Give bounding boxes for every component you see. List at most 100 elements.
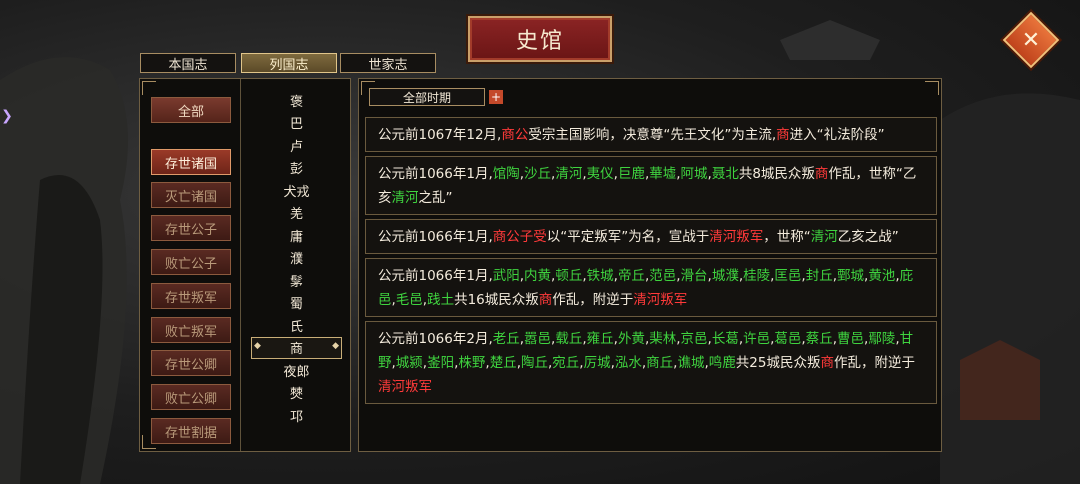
entry-text: 共25城民众叛: [735, 355, 821, 371]
faction-name: 商: [776, 127, 790, 143]
faction-name: 清河叛军: [709, 229, 764, 245]
state-list: 褒 巴 卢 彭 犬戎 羌 庸 濮 髳 蜀 氏 商 夜郎 僰 邛: [241, 89, 350, 427]
city-name: 馆陶: [492, 166, 520, 182]
state-item[interactable]: 邛: [241, 404, 350, 427]
city-name: 巨鹿: [617, 166, 645, 182]
city-name: 沙丘: [524, 166, 552, 182]
entry-text: 公元前1066年1月,: [378, 268, 493, 284]
city-name: 鄢陵: [868, 331, 896, 347]
faction-name: 商: [814, 166, 829, 182]
city-name: 城濮: [711, 268, 739, 284]
faction-name: 商公: [501, 127, 529, 143]
city-name: 城颍: [395, 355, 423, 371]
entry-text: 共8城民众叛: [738, 166, 815, 182]
category-fallen-princes[interactable]: 败亡公子: [151, 249, 231, 275]
city-name: 许邑: [743, 331, 771, 347]
close-icon: ✕: [1021, 27, 1041, 53]
entry-text: ，世称“: [763, 229, 811, 245]
category-fallen-rebels[interactable]: 败亡叛军: [151, 317, 231, 343]
entry-text: 公元前1066年1月,: [378, 166, 493, 182]
state-item[interactable]: 羌: [241, 202, 350, 225]
city-name: 葛邑: [774, 331, 802, 347]
city-name: 崟阳: [427, 355, 455, 371]
period-filter-select[interactable]: 全部时期: [369, 88, 485, 106]
entry-text: 公元前1067年12月,: [378, 127, 502, 143]
city-name: 棐林: [649, 331, 677, 347]
state-item[interactable]: 犬戎: [241, 179, 350, 202]
period-filter-expand-icon[interactable]: +: [489, 90, 503, 104]
entry-text: 进入“礼法阶段”: [789, 127, 885, 143]
state-item[interactable]: 氏: [241, 314, 350, 337]
category-fallen-ministers[interactable]: 败亡公卿: [151, 384, 231, 410]
state-item[interactable]: 夜郎: [241, 359, 350, 382]
state-item[interactable]: 褒: [241, 89, 350, 112]
tab-lieguozhi[interactable]: 列国志: [241, 53, 337, 73]
faction-name: 商: [820, 355, 834, 371]
city-name: 长葛: [711, 331, 739, 347]
city-name: 封丘: [805, 268, 833, 284]
city-name: 帝丘: [617, 268, 645, 284]
city-name: 泓水: [614, 355, 642, 371]
corner-ornament: [925, 81, 939, 95]
entry-text: 公元前1066年2月,: [378, 331, 493, 347]
chronicle-entry: 公元前1066年1月,武阳,内黄,顿丘,铁城,帝丘,范邑,滑台,城濮,桂陵,匡邑…: [365, 258, 937, 317]
city-name: 蔡丘: [805, 331, 833, 347]
chronicle-entry: 公元前1067年12月,商公受宗主国影响，决意尊“先王文化”为主流,商进入“礼法…: [365, 117, 937, 152]
city-name: 宛丘: [552, 355, 580, 371]
entry-text: 作乱，附逆于: [833, 355, 915, 371]
state-item[interactable]: 彭: [241, 157, 350, 180]
entry-text: 受宗主国影响，决意尊“先王文化”为主流,: [528, 127, 777, 143]
chronicle-panel: 全部时期 + 公元前1067年12月,商公受宗主国影响，决意尊“先王文化”为主流…: [358, 78, 942, 452]
city-name: 阿城: [680, 166, 708, 182]
corner-ornament: [142, 81, 156, 95]
state-item[interactable]: 僰: [241, 382, 350, 405]
city-name: 内黄: [524, 268, 552, 284]
state-item[interactable]: 巴: [241, 112, 350, 135]
city-name: 夷仪: [586, 166, 614, 182]
city-name: 京邑: [680, 331, 708, 347]
state-item[interactable]: 庸: [241, 224, 350, 247]
city-name: 铁城: [586, 268, 614, 284]
city-name: 嚣邑: [524, 331, 552, 347]
side-drawer-arrow-icon[interactable]: ❯: [0, 96, 14, 136]
entry-text: 作乱，附逆于: [552, 292, 634, 308]
state-item-selected[interactable]: 商: [251, 336, 342, 359]
faction-name: 清河叛军: [378, 379, 432, 395]
state-item[interactable]: 濮: [241, 247, 350, 270]
faction-name: 商公子受: [492, 229, 547, 245]
entry-text: 乙亥之战”: [837, 229, 899, 245]
city-name: 武阳: [492, 268, 520, 284]
state-item[interactable]: 髳: [241, 269, 350, 292]
category-existing-warlords[interactable]: 存世割据: [151, 418, 231, 444]
category-fallen-states[interactable]: 灭亡诸国: [151, 182, 231, 208]
city-name: 株野: [458, 355, 486, 371]
tab-benguozhi[interactable]: 本国志: [140, 53, 236, 73]
category-existing-ministers[interactable]: 存世公卿: [151, 350, 231, 376]
city-name: 毛邑: [395, 292, 423, 308]
category-existing-rebels[interactable]: 存世叛军: [151, 283, 231, 309]
faction-name: 清河叛军: [633, 292, 688, 308]
city-name: 外黄: [617, 331, 645, 347]
city-name: 匡邑: [774, 268, 802, 284]
city-name: 桂陵: [743, 268, 771, 284]
chronicle-entry: 公元前1066年1月,馆陶,沙丘,清河,夷仪,巨鹿,華墟,阿城,聂北共8城民众叛…: [365, 156, 937, 215]
city-name: 老丘: [492, 331, 520, 347]
city-name: 顿丘: [555, 268, 583, 284]
city-name: 鄄城: [837, 268, 865, 284]
category-all-button[interactable]: 全部: [151, 97, 231, 123]
city-name: 厉城: [583, 355, 611, 371]
entry-text: 之乱”: [418, 190, 453, 206]
city-name: 清河: [810, 229, 838, 245]
entry-text: 公元前1066年1月,: [378, 229, 493, 245]
state-item[interactable]: 蜀: [241, 292, 350, 315]
city-name: 聂北: [711, 166, 739, 182]
city-name: 范邑: [649, 268, 677, 284]
state-item[interactable]: 卢: [241, 134, 350, 157]
category-existing-princes[interactable]: 存世公子: [151, 215, 231, 241]
city-name: 滑台: [680, 268, 708, 284]
chronicle-entry: 公元前1066年1月,商公子受以“平定叛军”为名，宣战于清河叛军，世称“清河乙亥…: [365, 219, 937, 254]
category-existing-states[interactable]: 存世诸国: [151, 149, 231, 175]
entry-text: 以“平定叛军”为名，宣战于: [546, 229, 710, 245]
city-name: 鸣鹿: [708, 355, 736, 371]
tab-shijiazhi[interactable]: 世家志: [340, 53, 436, 73]
